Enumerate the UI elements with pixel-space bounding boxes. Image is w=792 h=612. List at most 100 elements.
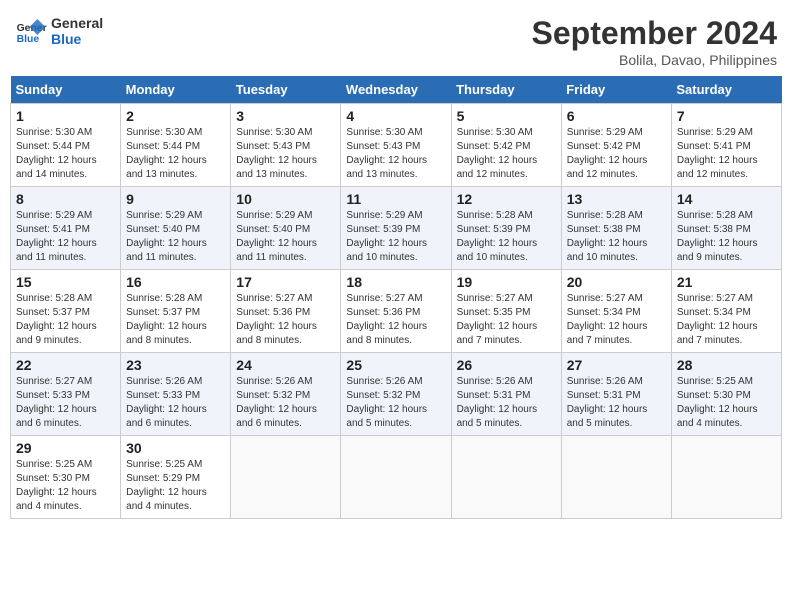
day-info: Sunrise: 5:29 AM Sunset: 5:39 PM Dayligh… [346,209,445,265]
day-cell: 13 Sunrise: 5:28 AM Sunset: 5:38 PM Dayli… [561,187,671,270]
week-row-5: 29 Sunrise: 5:25 AM Sunset: 5:30 PM Dayli… [11,436,782,519]
day-cell: 26 Sunrise: 5:26 AM Sunset: 5:31 PM Dayli… [451,353,561,436]
day-info: Sunrise: 5:28 AM Sunset: 5:37 PM Dayligh… [126,292,225,348]
week-row-2: 8 Sunrise: 5:29 AM Sunset: 5:41 PM Daylig… [11,187,782,270]
day-info: Sunrise: 5:29 AM Sunset: 5:41 PM Dayligh… [16,209,115,265]
day-number: 2 [126,108,225,124]
day-cell: 20 Sunrise: 5:27 AM Sunset: 5:34 PM Dayli… [561,270,671,353]
day-info: Sunrise: 5:26 AM Sunset: 5:33 PM Dayligh… [126,375,225,431]
day-cell: 19 Sunrise: 5:27 AM Sunset: 5:35 PM Dayli… [451,270,561,353]
day-number: 1 [16,108,115,124]
day-info: Sunrise: 5:29 AM Sunset: 5:40 PM Dayligh… [236,209,335,265]
column-header-wednesday: Wednesday [341,76,451,104]
day-info: Sunrise: 5:27 AM Sunset: 5:33 PM Dayligh… [16,375,115,431]
day-info: Sunrise: 5:28 AM Sunset: 5:38 PM Dayligh… [677,209,776,265]
logo-text-general: General [51,15,103,31]
day-number: 16 [126,274,225,290]
logo-icon: General Blue [15,15,47,47]
day-number: 17 [236,274,335,290]
day-number: 4 [346,108,445,124]
day-info: Sunrise: 5:27 AM Sunset: 5:34 PM Dayligh… [677,292,776,348]
day-info: Sunrise: 5:29 AM Sunset: 5:41 PM Dayligh… [677,126,776,182]
day-cell: 11 Sunrise: 5:29 AM Sunset: 5:39 PM Dayli… [341,187,451,270]
day-cell: 25Sunrise: 5:26 AM Sunset: 5:32 PM Dayli… [341,353,451,436]
week-row-4: 22 Sunrise: 5:27 AM Sunset: 5:33 PM Dayli… [11,353,782,436]
day-number: 28 [677,357,776,373]
day-cell: 21 Sunrise: 5:27 AM Sunset: 5:34 PM Dayli… [671,270,781,353]
day-number: 22 [16,357,115,373]
day-number: 11 [346,191,445,207]
day-number: 5 [457,108,556,124]
column-header-friday: Friday [561,76,671,104]
day-cell: 7Sunrise: 5:29 AM Sunset: 5:41 PM Daylig… [671,104,781,187]
day-info: Sunrise: 5:26 AM Sunset: 5:32 PM Dayligh… [346,375,445,431]
day-cell: 8 Sunrise: 5:29 AM Sunset: 5:41 PM Daylig… [11,187,121,270]
day-info: Sunrise: 5:26 AM Sunset: 5:32 PM Dayligh… [236,375,335,431]
day-cell [231,436,341,519]
day-cell: 30 Sunrise: 5:25 AM Sunset: 5:29 PM Dayli… [121,436,231,519]
column-header-sunday: Sunday [11,76,121,104]
week-row-3: 15 Sunrise: 5:28 AM Sunset: 5:37 PM Dayli… [11,270,782,353]
day-number: 20 [567,274,666,290]
day-cell [671,436,781,519]
day-info: Sunrise: 5:30 AM Sunset: 5:44 PM Dayligh… [126,126,225,182]
day-info: Sunrise: 5:30 AM Sunset: 5:44 PM Dayligh… [16,126,115,182]
day-cell: 9 Sunrise: 5:29 AM Sunset: 5:40 PM Daylig… [121,187,231,270]
day-cell: 2 Sunrise: 5:30 AM Sunset: 5:44 PM Daylig… [121,104,231,187]
day-info: Sunrise: 5:27 AM Sunset: 5:36 PM Dayligh… [346,292,445,348]
day-cell: 22 Sunrise: 5:27 AM Sunset: 5:33 PM Dayli… [11,353,121,436]
day-cell: 6 Sunrise: 5:29 AM Sunset: 5:42 PM Daylig… [561,104,671,187]
day-info: Sunrise: 5:30 AM Sunset: 5:42 PM Dayligh… [457,126,556,182]
day-info: Sunrise: 5:28 AM Sunset: 5:38 PM Dayligh… [567,209,666,265]
day-cell: 17Sunrise: 5:27 AM Sunset: 5:36 PM Dayli… [231,270,341,353]
calendar-table: SundayMondayTuesdayWednesdayThursdayFrid… [10,76,782,519]
day-cell: 28 Sunrise: 5:25 AM Sunset: 5:30 PM Dayli… [671,353,781,436]
day-cell [561,436,671,519]
day-cell: 14Sunrise: 5:28 AM Sunset: 5:38 PM Dayli… [671,187,781,270]
day-number: 21 [677,274,776,290]
day-number: 8 [16,191,115,207]
day-cell [341,436,451,519]
day-number: 19 [457,274,556,290]
day-info: Sunrise: 5:27 AM Sunset: 5:35 PM Dayligh… [457,292,556,348]
day-cell: 18 Sunrise: 5:27 AM Sunset: 5:36 PM Dayli… [341,270,451,353]
column-headers: SundayMondayTuesdayWednesdayThursdayFrid… [11,76,782,104]
day-number: 13 [567,191,666,207]
day-cell: 4 Sunrise: 5:30 AM Sunset: 5:43 PM Daylig… [341,104,451,187]
day-number: 18 [346,274,445,290]
day-cell: 5 Sunrise: 5:30 AM Sunset: 5:42 PM Daylig… [451,104,561,187]
day-info: Sunrise: 5:29 AM Sunset: 5:40 PM Dayligh… [126,209,225,265]
day-info: Sunrise: 5:25 AM Sunset: 5:30 PM Dayligh… [677,375,776,431]
day-info: Sunrise: 5:26 AM Sunset: 5:31 PM Dayligh… [567,375,666,431]
day-number: 15 [16,274,115,290]
column-header-thursday: Thursday [451,76,561,104]
svg-text:Blue: Blue [17,34,40,45]
column-header-monday: Monday [121,76,231,104]
day-number: 9 [126,191,225,207]
day-cell: 16 Sunrise: 5:28 AM Sunset: 5:37 PM Dayli… [121,270,231,353]
day-info: Sunrise: 5:29 AM Sunset: 5:42 PM Dayligh… [567,126,666,182]
day-cell: 29 Sunrise: 5:25 AM Sunset: 5:30 PM Dayli… [11,436,121,519]
day-number: 6 [567,108,666,124]
day-number: 29 [16,440,115,456]
day-info: Sunrise: 5:25 AM Sunset: 5:29 PM Dayligh… [126,458,225,514]
day-number: 12 [457,191,556,207]
location: Bolila, Davao, Philippines [532,52,777,68]
week-row-1: 1 Sunrise: 5:30 AM Sunset: 5:44 PM Daylig… [11,104,782,187]
day-cell: 12 Sunrise: 5:28 AM Sunset: 5:39 PM Dayli… [451,187,561,270]
day-info: Sunrise: 5:30 AM Sunset: 5:43 PM Dayligh… [346,126,445,182]
title-block: September 2024 Bolila, Davao, Philippine… [532,15,777,68]
day-info: Sunrise: 5:27 AM Sunset: 5:34 PM Dayligh… [567,292,666,348]
day-number: 26 [457,357,556,373]
day-cell: 1 Sunrise: 5:30 AM Sunset: 5:44 PM Daylig… [11,104,121,187]
day-info: Sunrise: 5:25 AM Sunset: 5:30 PM Dayligh… [16,458,115,514]
column-header-tuesday: Tuesday [231,76,341,104]
day-info: Sunrise: 5:28 AM Sunset: 5:39 PM Dayligh… [457,209,556,265]
day-number: 10 [236,191,335,207]
day-info: Sunrise: 5:28 AM Sunset: 5:37 PM Dayligh… [16,292,115,348]
day-number: 30 [126,440,225,456]
day-number: 24 [236,357,335,373]
day-info: Sunrise: 5:30 AM Sunset: 5:43 PM Dayligh… [236,126,335,182]
day-cell: 23Sunrise: 5:26 AM Sunset: 5:33 PM Dayli… [121,353,231,436]
day-info: Sunrise: 5:26 AM Sunset: 5:31 PM Dayligh… [457,375,556,431]
